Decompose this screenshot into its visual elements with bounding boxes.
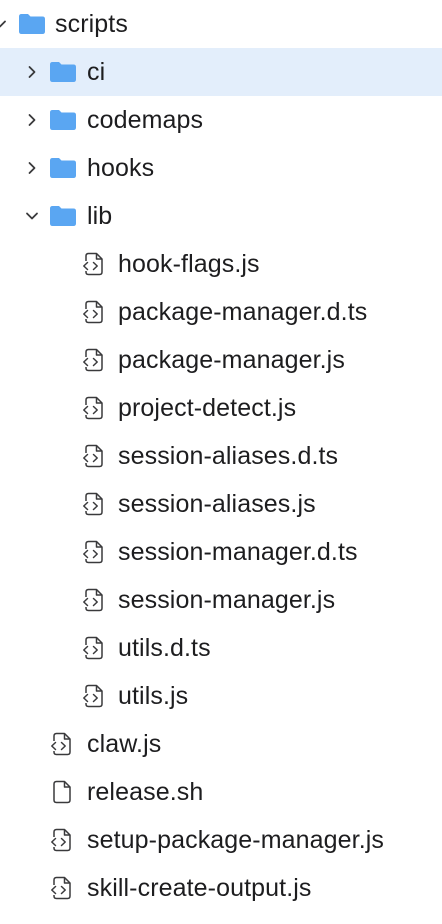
folder-icon <box>46 192 80 240</box>
tree-item-file[interactable]: utils.d.ts <box>0 624 442 672</box>
chevron-right-icon[interactable] <box>20 48 44 96</box>
tree-item-label: setup-package-manager.js <box>87 826 385 854</box>
folder-icon <box>15 0 49 48</box>
tree-item-label: hooks <box>87 154 155 182</box>
tree-item-file[interactable]: package-manager.d.ts <box>0 288 442 336</box>
tree-item-label: project-detect.js <box>118 394 297 422</box>
code-file-icon <box>50 720 74 768</box>
tree-item-label: utils.js <box>118 682 189 710</box>
tree-item-label: release.sh <box>87 778 204 806</box>
tree-item-lib[interactable]: lib <box>0 192 442 240</box>
tree-item-file[interactable]: skill-create-output.js <box>0 864 442 912</box>
tree-item-file[interactable]: setup-package-manager.js <box>0 816 442 864</box>
code-file-icon <box>82 480 106 528</box>
tree-item-file[interactable]: session-aliases.d.ts <box>0 432 442 480</box>
tree-item-label: scripts <box>55 10 128 38</box>
tree-item-file[interactable]: hook-flags.js <box>0 240 442 288</box>
tree-item-file[interactable]: session-manager.d.ts <box>0 528 442 576</box>
tree-item-label: utils.d.ts <box>118 634 211 662</box>
tree-item-file[interactable]: session-aliases.js <box>0 480 442 528</box>
code-file-icon <box>82 624 106 672</box>
tree-item-file[interactable]: session-manager.js <box>0 576 442 624</box>
tree-item-file[interactable]: project-detect.js <box>0 384 442 432</box>
tree-item-label: codemaps <box>87 106 204 134</box>
code-file-icon <box>82 432 106 480</box>
tree-item-file[interactable]: package-manager.js <box>0 336 442 384</box>
tree-item-codemaps[interactable]: codemaps <box>0 96 442 144</box>
tree-item-label: ci <box>87 58 106 86</box>
tree-item-file[interactable]: utils.js <box>0 672 442 720</box>
chevron-down-icon[interactable] <box>0 0 12 48</box>
tree-item-label: session-manager.d.ts <box>118 538 358 566</box>
code-file-icon <box>82 576 106 624</box>
code-file-icon <box>82 528 106 576</box>
file-icon <box>50 768 74 816</box>
folder-icon <box>46 144 80 192</box>
tree-item-file[interactable]: claw.js <box>0 720 442 768</box>
tree-item-label: session-aliases.d.ts <box>118 442 339 470</box>
code-file-icon <box>82 384 106 432</box>
file-explorer-tree: scripts ci codemaps hooks lib hook-flags… <box>0 0 442 924</box>
chevron-right-icon[interactable] <box>20 144 44 192</box>
tree-item-label: package-manager.js <box>118 346 345 374</box>
tree-item-label: skill-create-output.js <box>87 874 312 902</box>
tree-item-label: session-aliases.js <box>118 490 316 518</box>
tree-item-ci[interactable]: ci <box>0 48 442 96</box>
code-file-icon <box>50 816 74 864</box>
tree-item-label: lib <box>87 202 113 230</box>
chevron-down-icon[interactable] <box>20 192 44 240</box>
code-file-icon <box>82 672 106 720</box>
code-file-icon <box>82 288 106 336</box>
tree-item-label: session-manager.js <box>118 586 336 614</box>
code-file-icon <box>82 240 106 288</box>
folder-icon <box>46 96 80 144</box>
chevron-right-icon[interactable] <box>20 96 44 144</box>
code-file-icon <box>82 336 106 384</box>
tree-item-scripts[interactable]: scripts <box>0 0 442 48</box>
folder-icon <box>46 48 80 96</box>
tree-item-file[interactable]: release.sh <box>0 768 442 816</box>
code-file-icon <box>50 864 74 912</box>
tree-item-label: package-manager.d.ts <box>118 298 368 326</box>
tree-item-label: claw.js <box>87 730 162 758</box>
tree-item-label: hook-flags.js <box>118 250 260 278</box>
tree-item-hooks[interactable]: hooks <box>0 144 442 192</box>
